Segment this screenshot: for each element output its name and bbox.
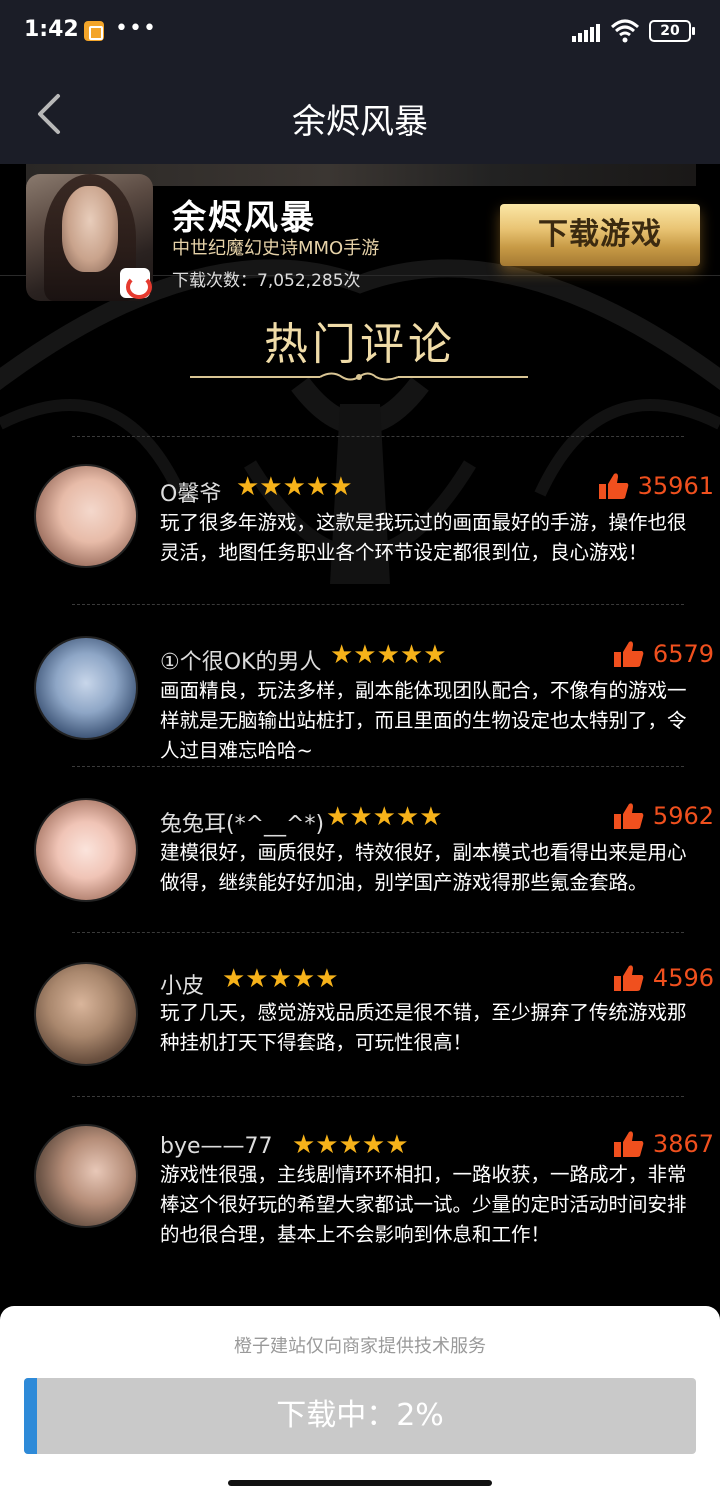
comment-divider	[72, 604, 684, 605]
comment-text: 游戏性很强，主线剧情环环相扣，一路收获，一路成才，非常棒这个很好玩的希望大家都试…	[160, 1163, 687, 1246]
rating-stars: ★★★★★	[222, 964, 339, 994]
battery-level: 20	[660, 23, 680, 39]
like-count: 35961	[637, 472, 714, 500]
bottom-panel: 橙子建站仅向商家提供技术服务 下载中：2%	[0, 1306, 720, 1499]
like-count: 3867	[652, 1130, 714, 1158]
main-content[interactable]: 余烬风暴 中世纪魔幻史诗MMO手游 下载次数：7,052,285次 下载游戏 热…	[0, 164, 720, 1306]
progress-label: 下载中：2%	[276, 1398, 444, 1433]
page-title: 余烬风暴	[292, 102, 428, 142]
game-app-icon[interactable]	[26, 174, 153, 301]
like-button[interactable]: 3867	[613, 1130, 714, 1158]
more-notifications-icon: •••	[115, 16, 157, 41]
status-time: 1:42	[24, 17, 79, 42]
download-progress-bar[interactable]: 下载中：2%	[24, 1378, 696, 1454]
publisher-logo-icon	[120, 268, 152, 299]
user-avatar[interactable]	[34, 1124, 138, 1228]
user-avatar[interactable]	[34, 464, 138, 568]
comment-username: bye——77	[160, 1134, 273, 1159]
user-avatar[interactable]	[34, 798, 138, 902]
comment-username: O馨爷	[160, 482, 222, 507]
comment-divider	[72, 1096, 684, 1097]
thumbs-up-icon	[613, 965, 644, 991]
rating-stars: ★★★★★	[236, 472, 353, 502]
rating-stars: ★★★★★	[292, 1130, 409, 1160]
comment-text: 画面精良，玩法多样，副本能体现团队配合，不像有的游戏一样就是无脑输出站桩打，而且…	[160, 679, 687, 762]
battery-icon: 20	[649, 20, 695, 42]
like-count: 5962	[652, 802, 714, 830]
like-count: 4596	[652, 964, 714, 992]
thumbs-up-icon	[613, 1131, 644, 1157]
thumbs-up-icon	[598, 473, 628, 499]
section-title: 热门评论	[264, 319, 456, 370]
comment-divider	[72, 766, 684, 767]
signal-icon	[572, 22, 600, 42]
title-ornament-icon	[190, 372, 528, 381]
like-button[interactable]: 6579	[613, 640, 714, 668]
user-avatar[interactable]	[34, 962, 138, 1066]
comment-username: 兔兔耳(*^__^*)	[160, 812, 325, 837]
like-button[interactable]: 35961	[598, 472, 714, 500]
comment-text: 建模很好，画质很好，特效很好，副本模式也看得出来是用心做得，继续能好好加油，别学…	[160, 841, 687, 894]
home-indicator[interactable]	[228, 1480, 492, 1486]
status-bar: 1:42 ••• 20	[0, 0, 720, 64]
wifi-icon	[610, 19, 640, 43]
navigation-bar: 余烬风暴	[0, 64, 720, 164]
thumbs-up-icon	[613, 641, 644, 667]
comment-text: 玩了很多年游戏，这款是我玩过的画面最好的手游，操作也很灵活，地图任务职业各个环节…	[160, 511, 687, 564]
notification-app-icon	[84, 21, 104, 41]
provider-disclaimer: 橙子建站仅向商家提供技术服务	[234, 1336, 486, 1357]
like-button[interactable]: 4596	[613, 964, 714, 992]
comment-divider	[72, 436, 684, 437]
game-header: 余烬风暴 中世纪魔幻史诗MMO手游 下载次数：7,052,285次 下载游戏	[0, 174, 720, 301]
like-count: 6579	[652, 640, 714, 668]
comment-text: 玩了几天，感觉游戏品质还是很不错，至少摒弃了传统游戏那种挂机打天下得套路，可玩性…	[160, 1001, 687, 1054]
comment-divider	[72, 932, 684, 933]
comment-username: ①个很OK的男人	[160, 650, 322, 675]
user-avatar[interactable]	[34, 636, 138, 740]
thumbs-up-icon	[613, 803, 644, 829]
game-icon-face	[62, 186, 118, 272]
like-button[interactable]: 5962	[613, 802, 714, 830]
comment-username: 小皮	[160, 974, 205, 999]
rating-stars: ★★★★★	[330, 640, 447, 670]
game-name: 余烬风暴	[172, 198, 316, 238]
rating-stars: ★★★★★	[326, 802, 443, 832]
download-game-button[interactable]: 下载游戏	[500, 204, 700, 266]
download-count: 下载次数：7,052,285次	[172, 271, 361, 291]
game-subtitle: 中世纪魔幻史诗MMO手游	[172, 238, 380, 259]
